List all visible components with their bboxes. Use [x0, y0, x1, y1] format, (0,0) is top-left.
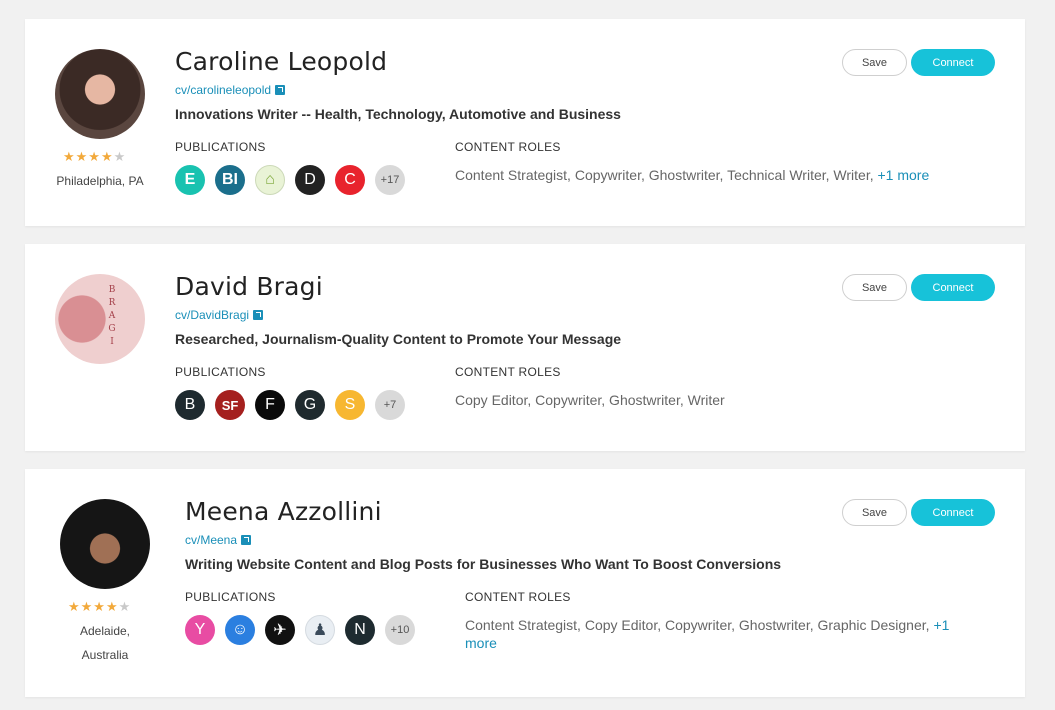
publications-label: PUBLICATIONS: [185, 590, 276, 604]
star-rating: ★★★★★: [63, 149, 126, 165]
cv-link-text[interactable]: cv/DavidBragi: [175, 308, 249, 322]
roles-text: Copy Editor, Copywriter, Ghostwriter, Wr…: [455, 392, 725, 408]
profile-name[interactable]: Caroline Leopold: [175, 47, 387, 76]
profile-headline: Writing Website Content and Blog Posts f…: [185, 556, 782, 572]
roles-text: Content Strategist, Copywriter, Ghostwri…: [455, 167, 874, 183]
content-roles: Copy Editor, Copywriter, Ghostwriter, Wr…: [455, 391, 995, 409]
profile-headline: Researched, Journalism-Quality Content t…: [175, 331, 622, 347]
star-rating: ★★★★★: [68, 599, 131, 615]
content-roles-label: CONTENT ROLES: [455, 365, 561, 379]
f-logo-icon[interactable]: F: [255, 390, 285, 420]
bird-logo-icon[interactable]: ✈: [265, 615, 295, 645]
profile-card: ★★★★★ Adelaide, Australia Meena Azzollini…: [25, 469, 1025, 697]
publications-label: PUBLICATIONS: [175, 140, 266, 154]
more-publications-badge[interactable]: +7: [375, 390, 405, 420]
publications-list: Y ☺ ✈ ♟ N +10: [185, 615, 415, 645]
robot-logo-icon[interactable]: ☺: [225, 615, 255, 645]
connect-button[interactable]: Connect: [911, 49, 995, 76]
cv-link-text[interactable]: cv/Meena: [185, 533, 237, 547]
avatar-text: BRAGI: [108, 285, 116, 347]
c-logo-icon[interactable]: C: [335, 165, 365, 195]
s-logo-icon[interactable]: S: [335, 390, 365, 420]
content-roles-label: CONTENT ROLES: [455, 140, 561, 154]
profile-headline: Innovations Writer -- Health, Technology…: [175, 106, 621, 122]
half-star-icon: ★: [113, 149, 127, 164]
star-icon: ★★★★: [63, 149, 114, 164]
content-roles: Content Strategist, Copywriter, Ghostwri…: [455, 166, 995, 184]
cv-link[interactable]: cv/carolineleopold: [175, 83, 286, 97]
roles-more-link[interactable]: +1 more: [878, 167, 930, 183]
engadget-logo-icon[interactable]: E: [175, 165, 205, 195]
star-icon: ★★★★: [68, 599, 119, 614]
half-star-icon: ★: [118, 599, 132, 614]
external-link-icon[interactable]: [253, 310, 264, 320]
location-country: Australia: [81, 648, 129, 662]
sfgate-logo-icon[interactable]: SF: [215, 390, 245, 420]
roles-text: Content Strategist, Copy Editor, Copywri…: [465, 617, 930, 633]
publications-list: E BI ⌂ D C +17: [175, 165, 405, 195]
profile-card: BRAGI David Bragi cv/DavidBragi Research…: [25, 244, 1025, 451]
save-button[interactable]: Save: [842, 49, 907, 76]
location: Philadelphia, PA: [56, 174, 144, 188]
location-city: Adelaide,: [79, 624, 131, 638]
more-publications-badge[interactable]: +17: [375, 165, 405, 195]
d-logo-icon[interactable]: D: [295, 165, 325, 195]
save-button[interactable]: Save: [842, 274, 907, 301]
cv-link[interactable]: cv/DavidBragi: [175, 308, 264, 322]
publications-label: PUBLICATIONS: [175, 365, 266, 379]
profile-name[interactable]: David Bragi: [175, 272, 323, 301]
avatar[interactable]: [60, 499, 150, 589]
external-link-icon[interactable]: [275, 85, 286, 95]
save-button[interactable]: Save: [842, 499, 907, 526]
b-logo-icon[interactable]: B: [175, 390, 205, 420]
business-insider-logo-icon[interactable]: BI: [215, 165, 245, 195]
publications-list: B SF F G S +7: [175, 390, 405, 420]
cv-link-text[interactable]: cv/carolineleopold: [175, 83, 271, 97]
g-logo-icon[interactable]: G: [295, 390, 325, 420]
cv-link[interactable]: cv/Meena: [185, 533, 252, 547]
n-logo-icon[interactable]: N: [345, 615, 375, 645]
profile-card: ★★★★★ Philadelphia, PA Caroline Leopold …: [25, 19, 1025, 226]
external-link-icon[interactable]: [241, 535, 252, 545]
avatar[interactable]: BRAGI: [55, 274, 145, 364]
figure-logo-icon[interactable]: ♟: [305, 615, 335, 645]
book-logo-icon[interactable]: ⌂: [255, 165, 285, 195]
profile-name[interactable]: Meena Azzollini: [185, 497, 382, 526]
content-roles-label: CONTENT ROLES: [465, 590, 571, 604]
avatar[interactable]: [55, 49, 145, 139]
content-roles: Content Strategist, Copy Editor, Copywri…: [465, 616, 985, 652]
connect-button[interactable]: Connect: [911, 274, 995, 301]
connect-button[interactable]: Connect: [911, 499, 995, 526]
more-publications-badge[interactable]: +10: [385, 615, 415, 645]
location: Adelaide, Australia: [50, 619, 160, 667]
y-logo-icon[interactable]: Y: [185, 615, 215, 645]
